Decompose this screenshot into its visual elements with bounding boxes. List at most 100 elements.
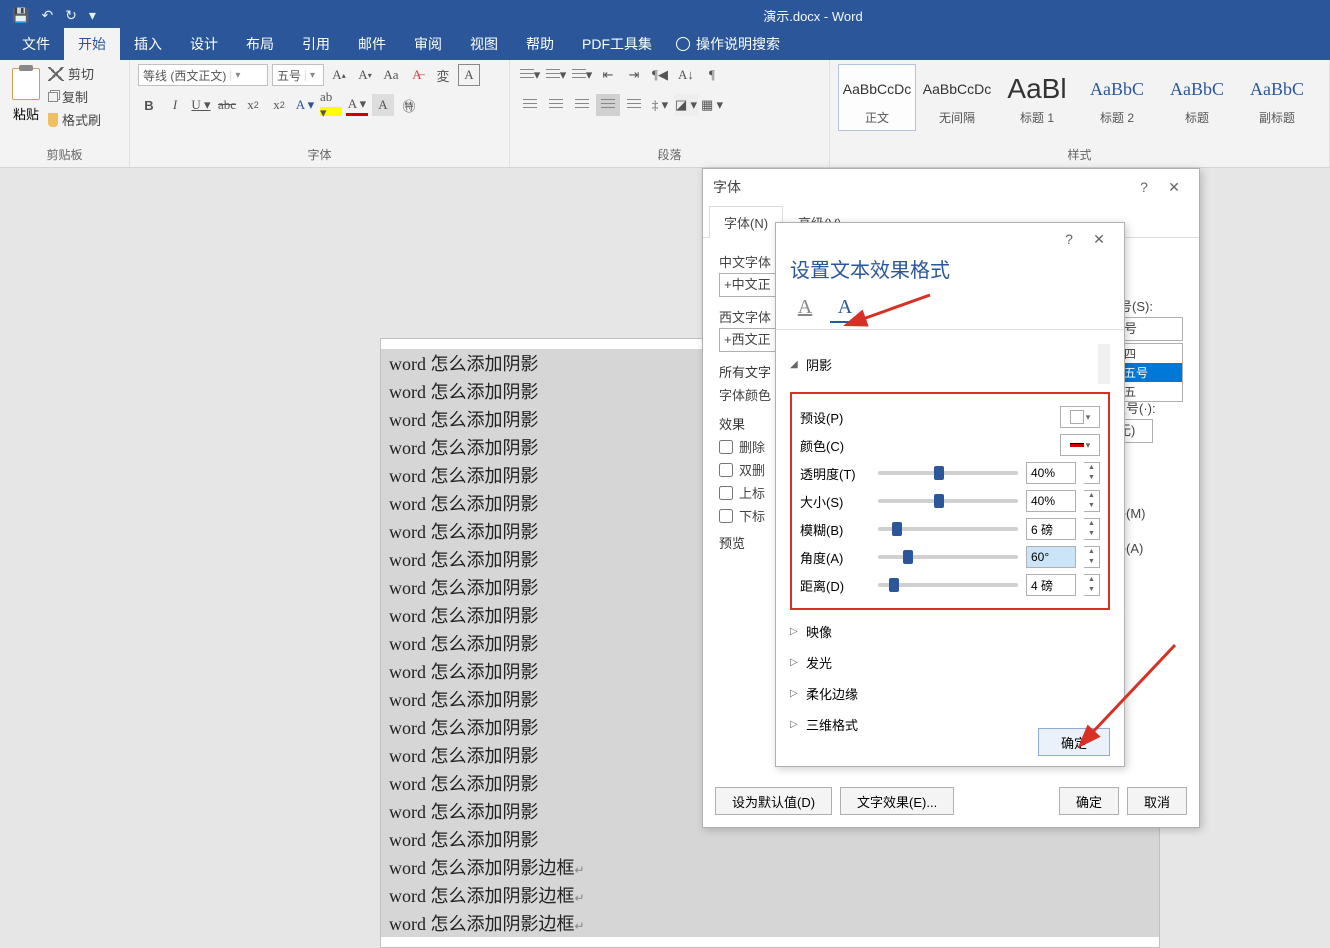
tab-design[interactable]: 设计 xyxy=(176,28,232,60)
angle-slider[interactable] xyxy=(878,555,1018,559)
copy-button[interactable]: 复制 xyxy=(48,87,101,106)
distance-slider[interactable] xyxy=(878,583,1018,587)
undo-icon[interactable]: ↶ xyxy=(41,7,53,24)
tab-help[interactable]: 帮助 xyxy=(512,28,568,60)
superscript-button[interactable]: x2 xyxy=(268,94,290,116)
borders-button[interactable]: ▦ ▾ xyxy=(700,94,724,116)
brush-button[interactable]: 格式刷 xyxy=(48,110,101,129)
tab-pdf[interactable]: PDF工具集 xyxy=(568,28,666,60)
ltr-button[interactable]: ¶◀ xyxy=(648,64,672,86)
underline-button[interactable]: U ▾ xyxy=(190,94,212,116)
cat-glow[interactable]: ▷发光 xyxy=(790,647,1110,678)
multilevel-button[interactable]: ▾ xyxy=(570,64,594,86)
text-effects-button[interactable]: A ▾ xyxy=(294,94,316,116)
size-value[interactable]: 40% xyxy=(1026,490,1076,512)
indent-inc-button[interactable]: ⇥ xyxy=(622,64,646,86)
show-marks-button[interactable]: ¶ xyxy=(700,64,724,86)
size-options[interactable]: 四 五号 五 xyxy=(1119,343,1183,402)
tab-references[interactable]: 引用 xyxy=(288,28,344,60)
distance-spinner[interactable]: ▲▼ xyxy=(1084,574,1100,596)
cat-reflect[interactable]: ▷映像 xyxy=(790,616,1110,647)
angle-spinner[interactable]: ▲▼ xyxy=(1084,546,1100,568)
style-heading1[interactable]: AaBl标题 1 xyxy=(998,64,1076,131)
style-heading2[interactable]: AaBbC标题 2 xyxy=(1078,64,1156,131)
scrollbar[interactable] xyxy=(1098,344,1110,384)
transparency-value[interactable]: 40% xyxy=(1026,462,1076,484)
tell-me[interactable]: 操作说明搜索 xyxy=(666,28,790,60)
style-nospacing[interactable]: AaBbCcDc无间隔 xyxy=(918,64,996,131)
tab-layout[interactable]: 布局 xyxy=(232,28,288,60)
tab-font-n[interactable]: 字体(N) xyxy=(709,206,783,238)
fx-mode-effects[interactable]: A xyxy=(830,293,860,323)
align-justify-button[interactable] xyxy=(596,94,620,116)
save-icon[interactable]: 💾 xyxy=(12,7,29,24)
close-icon[interactable]: ✕ xyxy=(1159,179,1189,196)
tab-view[interactable]: 视图 xyxy=(456,28,512,60)
strike-button[interactable]: abc xyxy=(216,94,238,116)
blur-value[interactable]: 6 磅 xyxy=(1026,518,1076,540)
subscript-button[interactable]: x2 xyxy=(242,94,264,116)
align-dist-button[interactable] xyxy=(622,94,646,116)
align-left-button[interactable] xyxy=(518,94,542,116)
size-spinner[interactable]: ▲▼ xyxy=(1084,490,1100,512)
font-color-button[interactable]: A ▾ xyxy=(346,94,368,116)
text-effects-button-dlg[interactable]: 文字效果(E)... xyxy=(840,787,954,815)
paste-button[interactable]: 粘贴 xyxy=(8,64,44,127)
help-icon[interactable]: ? xyxy=(1129,179,1159,195)
italic-button[interactable]: I xyxy=(164,94,186,116)
fx-close-icon[interactable]: ✕ xyxy=(1084,231,1114,248)
tab-home[interactable]: 开始 xyxy=(64,28,120,60)
cat-shadow[interactable]: ◢ 阴影 xyxy=(790,338,1110,390)
blur-spinner[interactable]: ▲▼ xyxy=(1084,518,1100,540)
align-right-button[interactable] xyxy=(570,94,594,116)
clear-format-button[interactable]: A̶ xyxy=(406,64,428,86)
qat-more-icon[interactable]: ▾ xyxy=(89,7,96,24)
cat-soft[interactable]: ▷柔化边缘 xyxy=(790,678,1110,709)
font-name-combo[interactable]: 等线 (西文正文)▾ xyxy=(138,64,268,86)
line-spacing-button[interactable]: ‡ ▾ xyxy=(648,94,672,116)
numbering-button[interactable]: ▾ xyxy=(544,64,568,86)
cn-font-input[interactable]: +中文正 xyxy=(719,273,779,297)
size-slider[interactable] xyxy=(878,499,1018,503)
indent-dec-button[interactable]: ⇤ xyxy=(596,64,620,86)
char-shading-button[interactable]: A xyxy=(372,94,394,116)
char-border-button[interactable]: A xyxy=(458,64,480,86)
font-size-combo[interactable]: 五号▾ xyxy=(272,64,324,86)
align-center-button[interactable] xyxy=(544,94,568,116)
enclose-char-button[interactable]: ㊕ xyxy=(398,94,420,116)
tab-insert[interactable]: 插入 xyxy=(120,28,176,60)
color-button[interactable]: ▾ xyxy=(1060,434,1100,456)
shading-button[interactable]: ◪ ▾ xyxy=(674,94,698,116)
bold-button[interactable]: B xyxy=(138,94,160,116)
style-title[interactable]: AaBbC标题 xyxy=(1158,64,1236,131)
size-input[interactable]: 号 xyxy=(1119,317,1183,341)
highlight-button[interactable]: ab ▾ xyxy=(320,94,342,116)
cancel-button[interactable]: 取消 xyxy=(1127,787,1187,815)
styles-gallery[interactable]: AaBbCcDc正文 AaBbCcDc无间隔 AaBl标题 1 AaBbC标题 … xyxy=(838,64,1316,131)
cut-button[interactable]: 剪切 xyxy=(48,64,101,83)
transparency-spinner[interactable]: ▲▼ xyxy=(1084,462,1100,484)
tab-mail[interactable]: 邮件 xyxy=(344,28,400,60)
change-case-button[interactable]: Aa xyxy=(380,64,402,86)
style-subtitle[interactable]: AaBbC副标题 xyxy=(1238,64,1316,131)
blur-slider[interactable] xyxy=(878,527,1018,531)
transparency-slider[interactable] xyxy=(878,471,1018,475)
set-default-button[interactable]: 设为默认值(D) xyxy=(715,787,832,815)
ok-button[interactable]: 确定 xyxy=(1059,787,1119,815)
angle-value[interactable]: 60° xyxy=(1026,546,1076,568)
shrink-font-button[interactable]: A▾ xyxy=(354,64,376,86)
fx-ok-button[interactable]: 确定 xyxy=(1038,728,1110,756)
grow-font-button[interactable]: A▴ xyxy=(328,64,350,86)
redo-icon[interactable]: ↻ xyxy=(65,7,77,24)
en-font-input[interactable]: +西文正 xyxy=(719,328,779,352)
tab-review[interactable]: 审阅 xyxy=(400,28,456,60)
preset-button[interactable]: ▾ xyxy=(1060,406,1100,428)
fx-mode-fill[interactable]: A xyxy=(790,293,820,323)
phonetic-button[interactable]: 変 xyxy=(432,64,454,86)
bullets-button[interactable]: ▾ xyxy=(518,64,542,86)
distance-value[interactable]: 4 磅 xyxy=(1026,574,1076,596)
style-normal[interactable]: AaBbCcDc正文 xyxy=(838,64,916,131)
fx-help-icon[interactable]: ? xyxy=(1054,231,1084,248)
sort-button[interactable]: A↓ xyxy=(674,64,698,86)
tab-file[interactable]: 文件 xyxy=(8,28,64,60)
